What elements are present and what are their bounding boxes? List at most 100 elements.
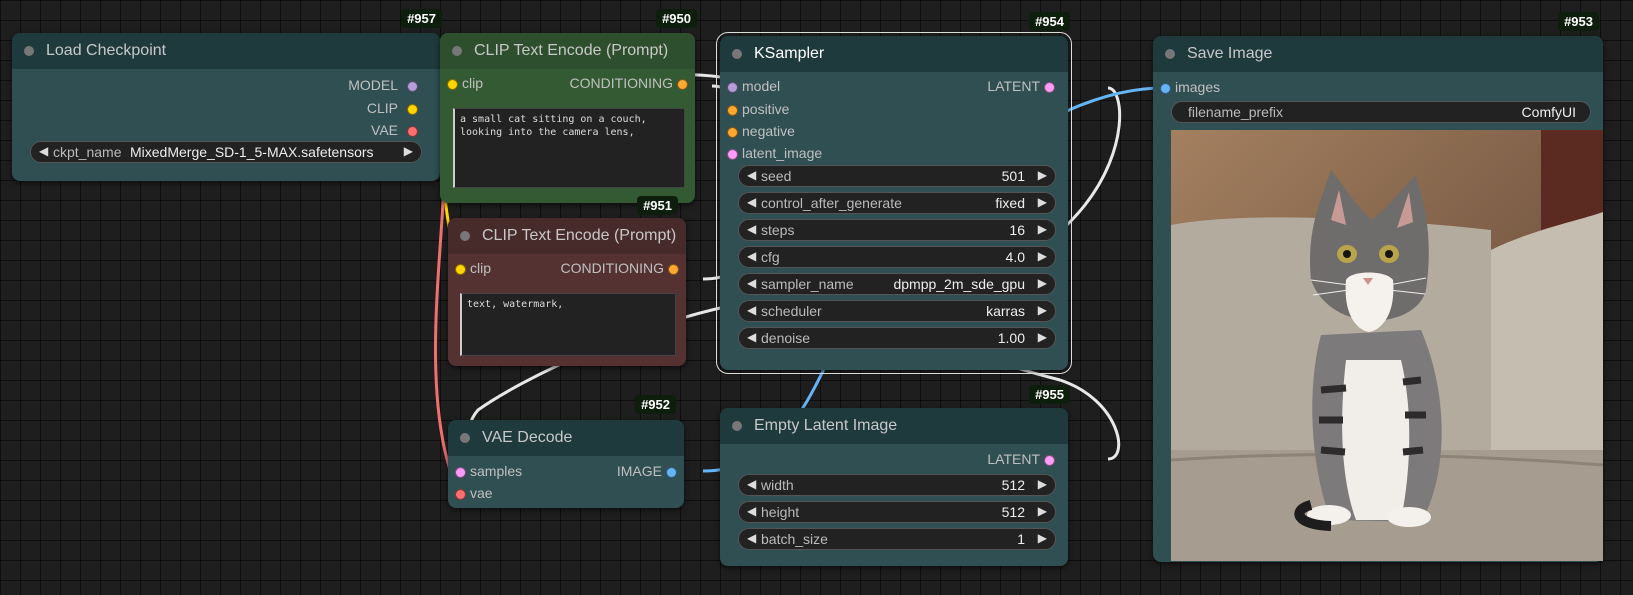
- left-arrow-icon[interactable]: ◀: [747, 195, 756, 209]
- widget-steps[interactable]: ◀ steps 16 ▶: [738, 219, 1056, 241]
- image-pin-icon[interactable]: [1160, 83, 1171, 94]
- prompt-textarea[interactable]: a small cat sitting on a couch, looking …: [453, 108, 685, 188]
- save-image-node[interactable]: #953 Save Image images filename_prefix C…: [1153, 12, 1603, 562]
- node-title[interactable]: CLIP Text Encode (Prompt): [440, 33, 695, 69]
- input-positive[interactable]: positive: [727, 101, 789, 117]
- left-arrow-icon[interactable]: ◀: [747, 531, 756, 545]
- conditioning-pin-icon[interactable]: [677, 79, 688, 90]
- collapse-dot-icon[interactable]: [732, 421, 742, 431]
- load-checkpoint-node[interactable]: #957 Load Checkpoint MODEL CLIP VAE ◀ ck…: [12, 9, 442, 181]
- left-arrow-icon[interactable]: ◀: [747, 504, 756, 518]
- right-arrow-icon[interactable]: ▶: [1038, 249, 1047, 263]
- widget-width[interactable]: ◀ width 512 ▶: [738, 474, 1056, 496]
- widget-scheduler[interactable]: ◀ scheduler karras ▶: [738, 300, 1056, 322]
- widget-sampler-name[interactable]: ◀ sampler_name dpmpp_2m_sde_gpu ▶: [738, 273, 1056, 295]
- input-vae[interactable]: vae: [455, 485, 493, 501]
- model-pin-icon[interactable]: [727, 82, 738, 93]
- generated-image-preview[interactable]: [1171, 130, 1603, 561]
- output-model[interactable]: MODEL: [348, 77, 418, 93]
- node-title-text: CLIP Text Encode (Prompt): [482, 227, 677, 244]
- clip-text-encode-negative-node[interactable]: #951 CLIP Text Encode (Prompt) clip COND…: [448, 196, 686, 366]
- model-pin-icon[interactable]: [407, 81, 418, 92]
- vae-decode-node[interactable]: #952 VAE Decode samples vae IMAGE: [448, 395, 684, 508]
- conditioning-pin-icon[interactable]: [668, 264, 679, 275]
- output-clip[interactable]: CLIP: [367, 100, 418, 116]
- right-arrow-icon[interactable]: ▶: [1038, 276, 1047, 290]
- right-arrow-icon[interactable]: ▶: [1038, 168, 1047, 182]
- right-arrow-icon[interactable]: ▶: [1038, 330, 1047, 344]
- ksampler-node[interactable]: #954 KSampler model positive negative la…: [716, 12, 1072, 374]
- image-pin-icon[interactable]: [666, 467, 677, 478]
- collapse-dot-icon[interactable]: [452, 46, 462, 56]
- right-arrow-icon[interactable]: ▶: [1038, 222, 1047, 236]
- input-clip[interactable]: clip: [447, 75, 483, 91]
- widget-height[interactable]: ◀ height 512 ▶: [738, 501, 1056, 523]
- output-label: VAE: [371, 122, 398, 138]
- prompt-textarea[interactable]: text, watermark,: [460, 293, 676, 356]
- empty-latent-image-node[interactable]: #955 Empty Latent Image LATENT ◀ width 512…: [720, 385, 1070, 566]
- right-arrow-icon[interactable]: ▶: [1038, 477, 1047, 491]
- collapse-dot-icon[interactable]: [1165, 49, 1175, 59]
- node-title[interactable]: VAE Decode: [448, 420, 684, 456]
- node-id-badge: #955: [1029, 385, 1070, 404]
- widget-name: cfg: [761, 249, 780, 265]
- widget-batch-size[interactable]: ◀ batch_size 1 ▶: [738, 528, 1056, 550]
- widget-control-after-generate[interactable]: ◀ control_after_generate fixed ▶: [738, 192, 1056, 214]
- left-arrow-icon[interactable]: ◀: [747, 168, 756, 182]
- left-arrow-icon[interactable]: ◀: [747, 249, 756, 263]
- input-label: model: [742, 78, 781, 94]
- output-image[interactable]: IMAGE: [617, 463, 677, 479]
- left-arrow-icon[interactable]: ◀: [747, 222, 756, 236]
- left-arrow-icon[interactable]: ◀: [747, 330, 756, 344]
- right-arrow-icon[interactable]: ▶: [1038, 504, 1047, 518]
- clip-pin-icon[interactable]: [407, 104, 418, 115]
- clip-pin-icon[interactable]: [447, 79, 458, 90]
- collapse-dot-icon[interactable]: [732, 49, 742, 59]
- conditioning-pin-icon[interactable]: [727, 127, 738, 138]
- left-arrow-icon[interactable]: ◀: [747, 276, 756, 290]
- input-samples[interactable]: samples: [455, 463, 522, 479]
- widget-seed[interactable]: ◀ seed 501 ▶: [738, 165, 1056, 187]
- collapse-dot-icon[interactable]: [460, 433, 470, 443]
- collapse-dot-icon[interactable]: [24, 46, 34, 56]
- node-title[interactable]: Save Image: [1153, 36, 1603, 72]
- left-arrow-icon[interactable]: ◀: [39, 144, 48, 158]
- input-images[interactable]: images: [1160, 79, 1220, 95]
- node-title[interactable]: CLIP Text Encode (Prompt): [448, 218, 686, 254]
- output-latent[interactable]: LATENT: [987, 78, 1055, 94]
- right-arrow-icon[interactable]: ▶: [404, 144, 413, 158]
- ckpt-name-combo[interactable]: ◀ ckpt_name MixedMerge_SD-1_5-MAX.safete…: [30, 141, 422, 163]
- right-arrow-icon[interactable]: ▶: [1038, 303, 1047, 317]
- conditioning-pin-icon[interactable]: [727, 105, 738, 116]
- right-arrow-icon[interactable]: ▶: [1038, 531, 1047, 545]
- latent-pin-icon[interactable]: [1044, 82, 1055, 93]
- node-title[interactable]: KSampler: [720, 36, 1068, 72]
- widget-denoise[interactable]: ◀ denoise 1.00 ▶: [738, 327, 1056, 349]
- input-latent-image[interactable]: latent_image: [727, 145, 822, 161]
- filename-prefix-input[interactable]: filename_prefix ComfyUI: [1171, 101, 1591, 123]
- input-label: clip: [470, 260, 492, 276]
- collapse-dot-icon[interactable]: [460, 231, 470, 241]
- widget-value: 1.00: [997, 330, 1025, 346]
- latent-pin-icon[interactable]: [1044, 455, 1055, 466]
- output-conditioning[interactable]: CONDITIONING: [561, 260, 679, 276]
- input-clip[interactable]: clip: [455, 260, 492, 276]
- vae-pin-icon[interactable]: [407, 126, 418, 137]
- latent-pin-icon[interactable]: [727, 149, 738, 160]
- output-conditioning[interactable]: CONDITIONING: [570, 75, 688, 91]
- output-vae[interactable]: VAE: [371, 122, 418, 138]
- left-arrow-icon[interactable]: ◀: [747, 303, 756, 317]
- left-arrow-icon[interactable]: ◀: [747, 477, 756, 491]
- latent-pin-icon[interactable]: [455, 467, 466, 478]
- node-id-badge: #951: [637, 196, 678, 215]
- widget-cfg[interactable]: ◀ cfg 4.0 ▶: [738, 246, 1056, 268]
- clip-pin-icon[interactable]: [455, 264, 466, 275]
- vae-pin-icon[interactable]: [455, 489, 466, 500]
- input-model[interactable]: model: [727, 78, 781, 94]
- output-latent[interactable]: LATENT: [987, 451, 1055, 467]
- right-arrow-icon[interactable]: ▶: [1038, 195, 1047, 209]
- node-title[interactable]: Empty Latent Image: [720, 408, 1068, 444]
- input-negative[interactable]: negative: [727, 123, 795, 139]
- clip-text-encode-positive-node[interactable]: #950 CLIP Text Encode (Prompt) clip COND…: [440, 9, 697, 203]
- node-title[interactable]: Load Checkpoint: [12, 33, 440, 69]
